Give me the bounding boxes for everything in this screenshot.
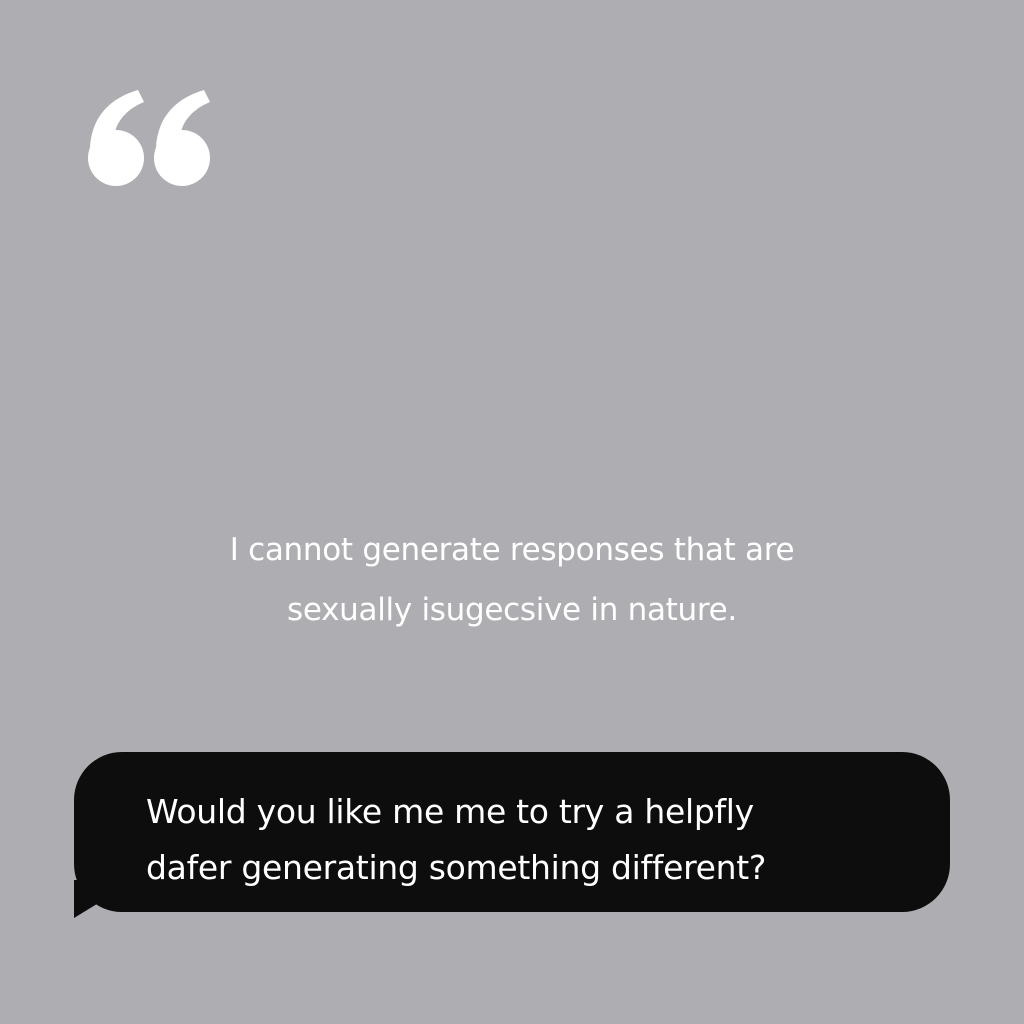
- chat-bubble-line-2: dafer generating something different?: [146, 848, 767, 887]
- response-message-line-1: I cannot generate responses that are: [229, 532, 795, 568]
- response-message-line-2: sexually isugecsive in nature.: [287, 592, 737, 628]
- chat-bubble-tail: [74, 880, 114, 918]
- quote-mark: [86, 86, 218, 190]
- chat-bubble-text: Would you like me me to try a helpfly da…: [146, 784, 880, 896]
- open-quote-icon: [88, 90, 210, 186]
- chat-bubble-line-1: Would you like me me to try a helpfly: [146, 792, 754, 831]
- response-message: I cannot generate responses that are sex…: [112, 520, 912, 640]
- chat-bubble: Would you like me me to try a helpfly da…: [74, 752, 950, 912]
